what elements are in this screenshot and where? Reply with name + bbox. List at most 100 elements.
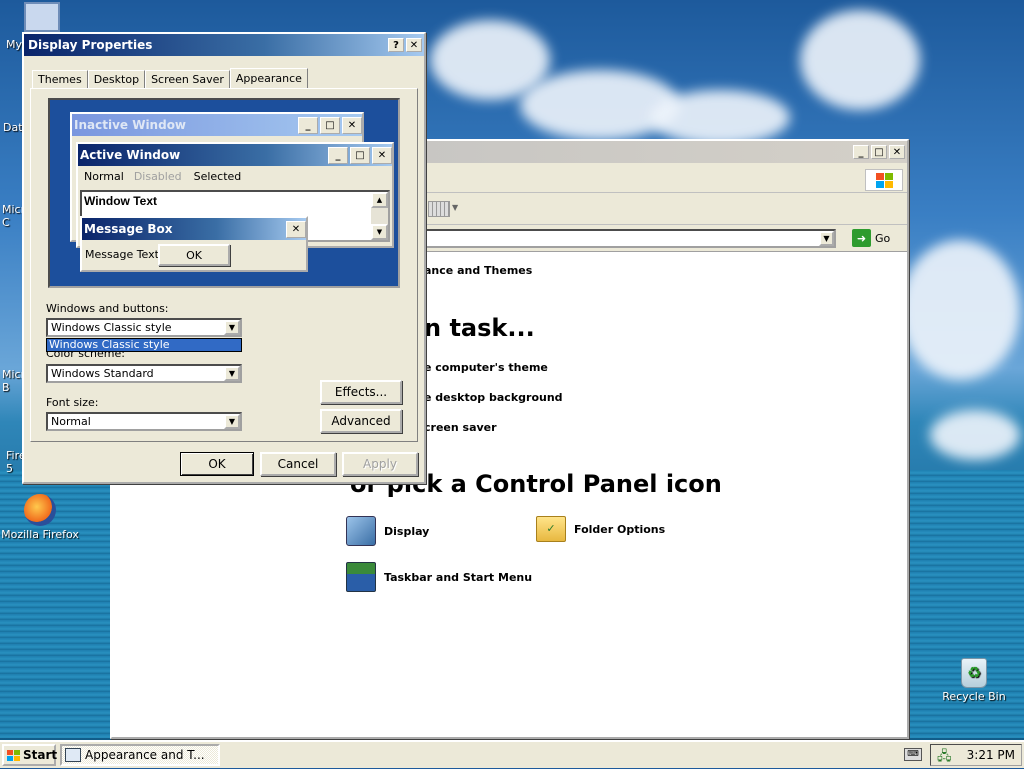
address-dropdown-arrow[interactable]: ▼: [819, 231, 834, 246]
taskbar-task-appearance[interactable]: Appearance and T...: [60, 744, 220, 766]
windows-buttons-value: Windows Classic style: [51, 321, 172, 334]
color-scheme-label: Color scheme:: [46, 352, 125, 360]
close-button[interactable]: ✕: [406, 38, 422, 52]
advanced-button[interactable]: Advanced: [320, 409, 402, 433]
windows-buttons-select[interactable]: Windows Classic style ▼: [46, 318, 242, 337]
cp-icon-label: Folder Options: [574, 522, 666, 536]
preview-menu: Normal Disabled Selected: [78, 166, 392, 186]
pick-task-heading: n task...: [424, 314, 535, 342]
chevron-down-icon[interactable]: ▼: [224, 320, 240, 335]
minimize-icon: _: [328, 146, 348, 164]
go-button[interactable]: ➜ Go: [852, 229, 890, 247]
scroll-down-icon: ▼: [371, 224, 388, 240]
maximize-button[interactable]: □: [871, 145, 887, 159]
cp-icon-label: Display: [384, 524, 430, 538]
recycle-bin-icon: ♻: [961, 658, 987, 688]
close-icon: ✕: [286, 220, 306, 238]
font-size-select[interactable]: Normal ▼: [46, 412, 242, 431]
minimize-icon: _: [298, 116, 318, 134]
category-title: ance and Themes: [424, 264, 533, 277]
taskbar-start-menu-icon: [346, 562, 376, 592]
clock[interactable]: 3:21 PM: [967, 748, 1015, 762]
task-change-background[interactable]: e desktop background: [424, 391, 563, 404]
desktop-icon-my-computer[interactable]: My: [6, 2, 60, 51]
task-change-theme[interactable]: e computer's theme: [424, 361, 548, 374]
desktop-icon-label: Recycle Bin: [942, 690, 1006, 703]
preview-inactive-titlebar: Inactive Window _ □ ✕: [72, 114, 362, 136]
tab-desktop[interactable]: Desktop: [87, 70, 146, 88]
computer-icon: [24, 2, 60, 32]
chevron-down-icon[interactable]: ▼: [224, 414, 240, 429]
minimize-button[interactable]: _: [853, 145, 869, 159]
desktop-icon-label: Mozilla Firefox: [1, 528, 79, 541]
desktop-icon-mozilla-firefox[interactable]: Mozilla Firefox: [0, 494, 80, 541]
preview-menu-normal: Normal: [84, 169, 124, 183]
cloud: [900, 240, 1020, 380]
system-tray: 🖧 3:21 PM: [930, 744, 1022, 766]
tab-screen-saver[interactable]: Screen Saver: [145, 70, 230, 88]
task-label: Appearance and T...: [85, 748, 205, 762]
maximize-icon: □: [350, 146, 370, 164]
help-button[interactable]: ?: [388, 38, 404, 52]
preview-message-box: Message Box ✕ Message Text OK: [80, 216, 308, 272]
preview-active-title: Active Window: [80, 148, 181, 162]
ok-button[interactable]: OK: [180, 452, 254, 476]
task-choose-screen-saver[interactable]: creen saver: [424, 421, 497, 434]
tab-themes[interactable]: Themes: [32, 70, 88, 88]
close-icon: ✕: [342, 116, 362, 134]
taskbar: Start Appearance and T... ⌨ 🖧 3:21 PM: [0, 740, 1024, 768]
cp-icon-label: Taskbar and Start Menu: [384, 570, 533, 584]
effects-button[interactable]: Effects...: [320, 380, 402, 404]
start-button[interactable]: Start: [2, 744, 58, 766]
chevron-down-icon[interactable]: ▼: [224, 366, 240, 381]
windows-logo-icon: [7, 749, 20, 761]
windows-buttons-label: Windows and buttons:: [46, 302, 169, 315]
preview-scrollbar: ▲ ▼: [371, 192, 388, 240]
desktop-icon-recycle-bin[interactable]: ♻ Recycle Bin: [934, 658, 1014, 703]
folder-options-icon: ✓: [536, 516, 566, 542]
preview-menu-disabled: Disabled: [133, 169, 182, 183]
cp-icon-taskbar-start-menu[interactable]: Taskbar and Start Menu: [346, 562, 532, 592]
desktop-icon-label: Dat: [3, 121, 23, 134]
apply-button[interactable]: Apply: [342, 452, 418, 476]
appearance-preview: Inactive Window _ □ ✕ Active Window _ □ …: [48, 98, 400, 288]
display-properties-dialog[interactable]: Display Properties ? ✕ Themes Desktop Sc…: [22, 32, 426, 484]
tab-strip: Themes Desktop Screen Saver Appearance: [32, 66, 308, 89]
windows-logo-icon: [865, 169, 903, 191]
dialog-title: Display Properties: [28, 38, 153, 52]
desktop-icon-label: My: [6, 38, 23, 51]
preview-window-text: Window Text: [84, 194, 157, 208]
cp-icon-folder-options[interactable]: ✓ Folder Options: [536, 516, 665, 542]
preview-msgbox-text: Message Text: [85, 248, 159, 261]
start-label: Start: [23, 748, 58, 762]
chevron-down-icon[interactable]: ▼: [452, 203, 458, 212]
cancel-button[interactable]: Cancel: [260, 452, 336, 476]
go-label: Go: [875, 231, 891, 245]
firefox-icon: [24, 494, 56, 526]
color-scheme-value: Windows Standard: [51, 367, 154, 380]
network-icon[interactable]: 🖧: [937, 747, 953, 764]
preview-msgbox-titlebar: Message Box ✕: [82, 218, 306, 240]
display-icon: [346, 516, 376, 546]
preview-inactive-title: Inactive Window: [74, 118, 187, 132]
font-size-label: Font size:: [46, 396, 99, 409]
windows-buttons-dropdown-option[interactable]: Windows Classic style: [46, 338, 242, 352]
cloud: [800, 10, 920, 110]
keyboard-icon[interactable]: ⌨: [904, 748, 922, 761]
views-icon[interactable]: [428, 201, 450, 217]
color-scheme-select[interactable]: Windows Standard ▼: [46, 364, 242, 383]
preview-msgbox-title: Message Box: [84, 222, 173, 236]
close-button[interactable]: ✕: [889, 145, 905, 159]
control-panel-icon: [65, 748, 81, 762]
go-arrow-icon: ➜: [852, 229, 871, 247]
font-size-value: Normal: [51, 415, 91, 428]
desktop-icon-data[interactable]: Dat: [3, 121, 23, 134]
scroll-up-icon: ▲: [371, 192, 388, 208]
preview-msgbox-ok: OK: [158, 244, 230, 266]
cp-icon-display[interactable]: Display: [346, 516, 429, 546]
close-icon: ✕: [372, 146, 392, 164]
dialog-titlebar: Display Properties ? ✕: [24, 34, 424, 56]
tab-appearance[interactable]: Appearance: [229, 68, 308, 89]
maximize-icon: □: [320, 116, 340, 134]
cloud: [930, 410, 1020, 460]
